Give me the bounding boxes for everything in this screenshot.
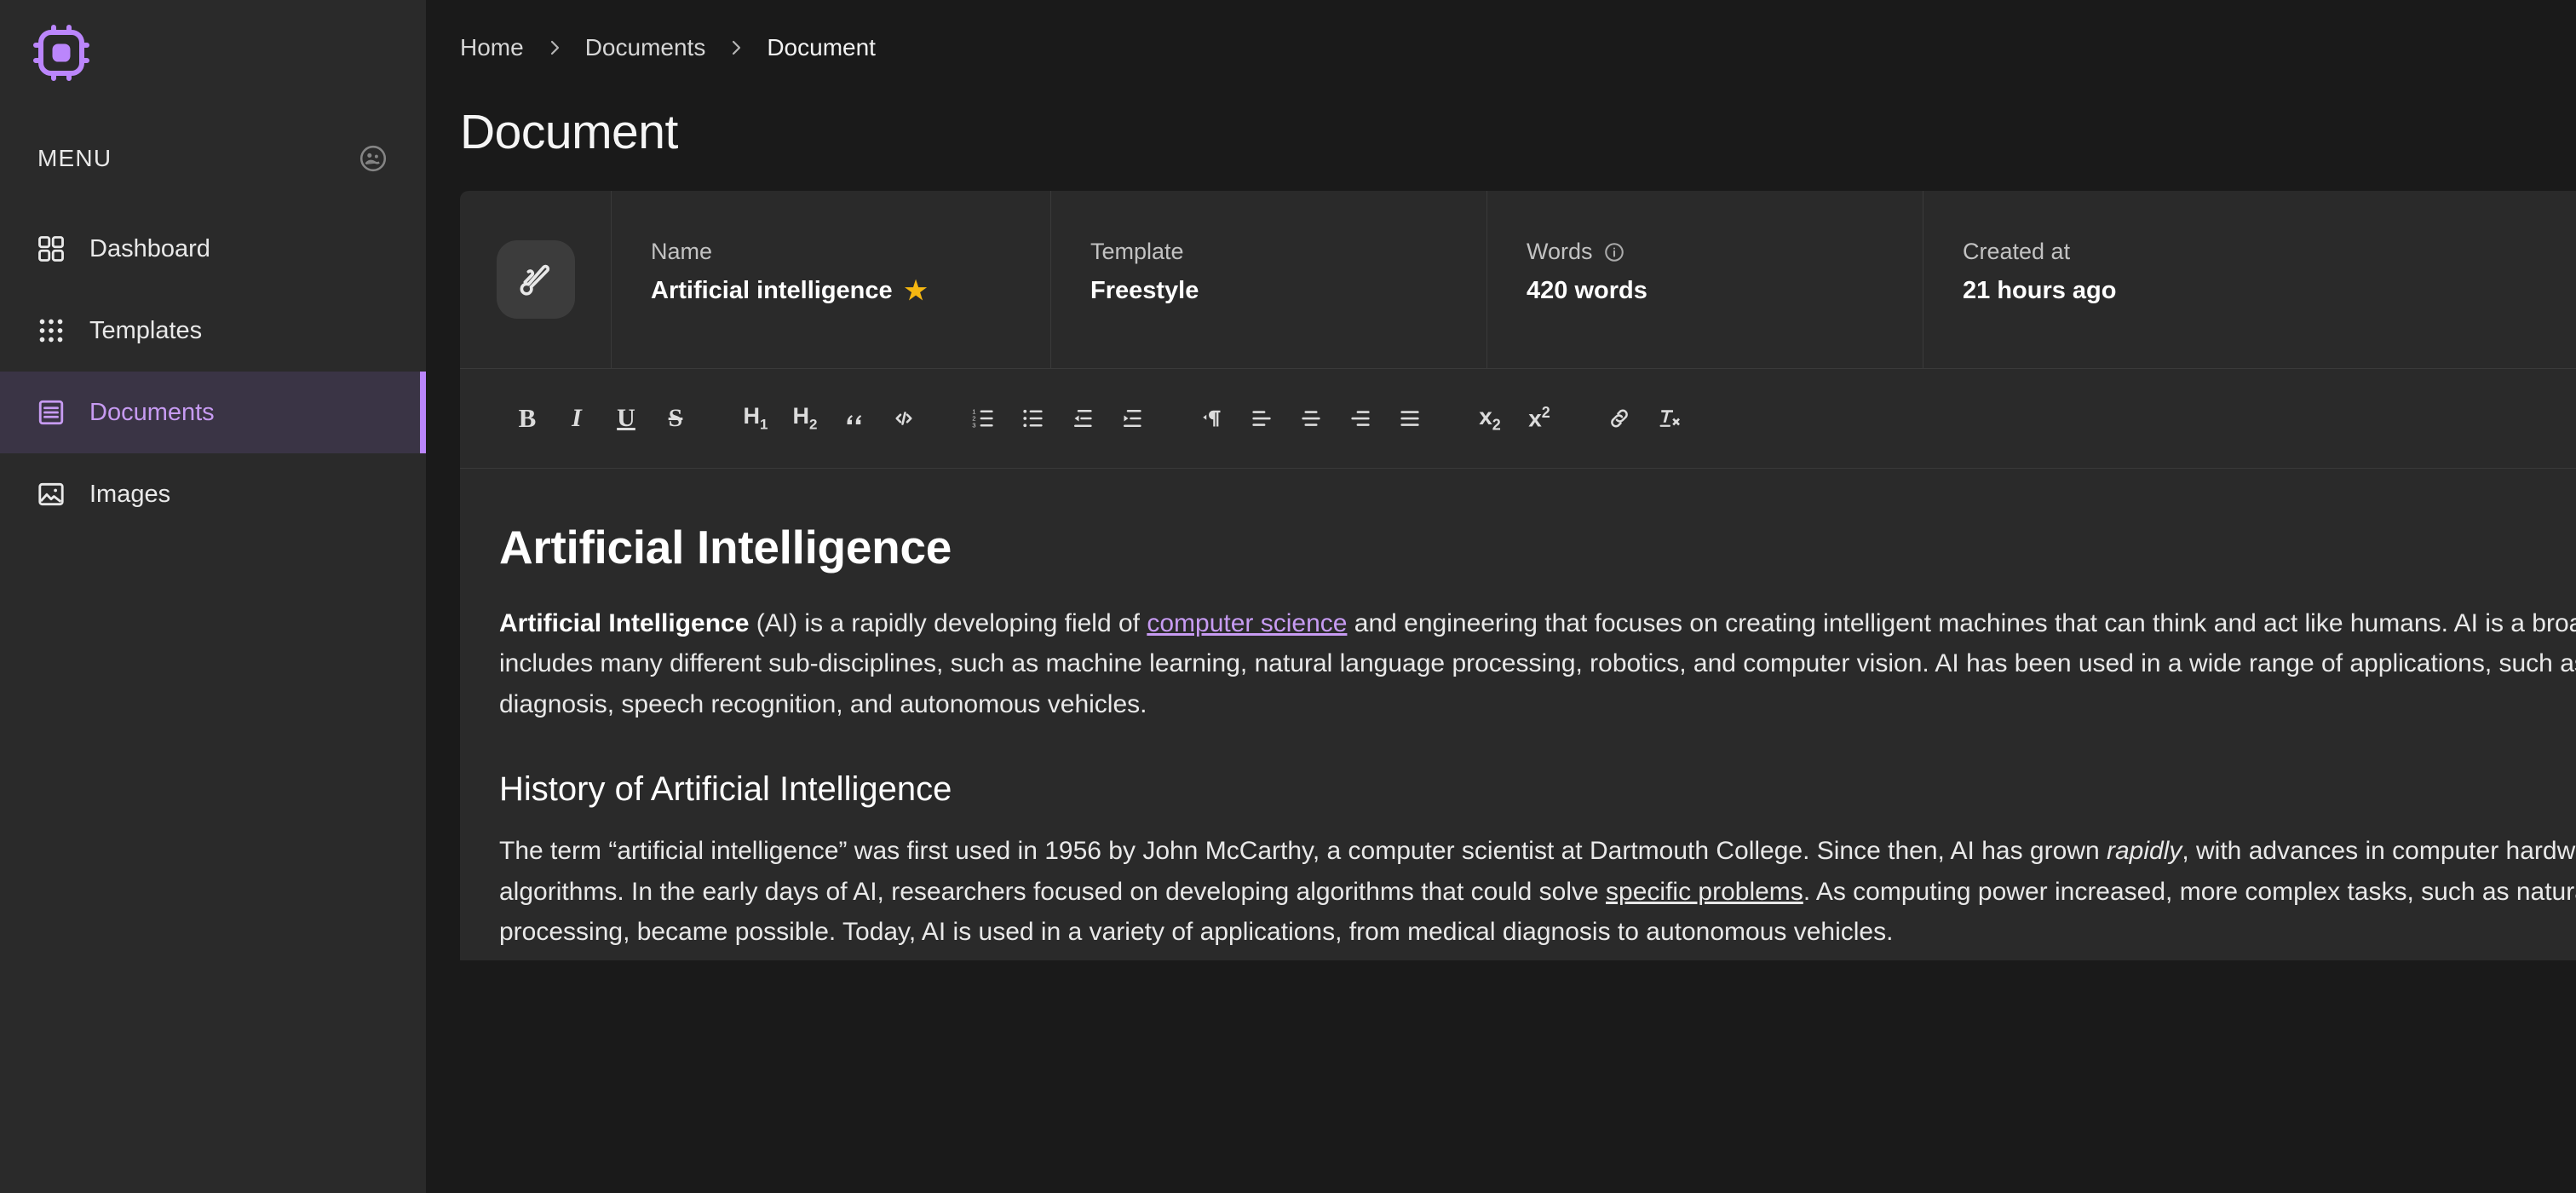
align-center-button[interactable] [1286,394,1336,443]
sidebar-nav: Dashboard Templates Documents [0,208,426,535]
menu-label: MENU [37,145,112,172]
sidebar-item-label: Images [89,481,170,509]
outdent-button[interactable] [1058,394,1107,443]
grid-squares-icon [36,233,66,264]
heading-1-button[interactable]: H1 [731,394,780,443]
image-icon [36,479,66,510]
breadcrumb-item-current: Document [767,34,876,61]
info-icon[interactable] [1603,241,1625,263]
meta-words: Words 420 words [1487,191,1923,368]
document-meta-bar: Name Artificial intelligence ★ Template … [460,191,2576,368]
app-root: MENU Dashboard [0,0,2576,1193]
align-justify-button[interactable] [1385,394,1435,443]
breadcrumb-item-documents[interactable]: Documents [585,34,706,61]
paragraph-2-text-a: The term “artificial intelligence” was f… [499,837,2107,865]
main-content: Home Documents Document Document [426,0,2576,1193]
sidebar-menu-header: MENU [0,131,426,186]
text-direction-button[interactable] [1187,394,1237,443]
sidebar-item-images[interactable]: Images [0,453,426,535]
superscript-button[interactable]: x2 [1515,394,1564,443]
paragraph-2-underline: specific problems [1606,878,1803,906]
indent-button[interactable] [1107,394,1157,443]
subscript-button[interactable]: x2 [1465,394,1515,443]
meta-words-label-row: Words [1527,239,1923,265]
document-name: Artificial intelligence [651,277,893,305]
italic-button[interactable]: I [552,394,601,443]
chevron-right-icon [726,37,746,58]
page-title: Document [460,104,678,160]
blockquote-button[interactable] [830,394,879,443]
bold-button[interactable]: B [503,394,552,443]
cpu-chip-icon [31,22,92,84]
document-type-badge [460,191,612,368]
active-indicator-bar [420,372,426,453]
pen-edit-icon [497,240,575,319]
underline-button[interactable]: U [601,394,651,443]
code-block-button[interactable] [879,394,929,443]
meta-words-label: Words [1527,239,1593,265]
app-logo[interactable] [0,0,426,119]
document-paragraph-1: Artificial Intelligence (AI) is a rapidl… [499,603,2576,724]
meta-name-label: Name [651,239,1050,265]
sidebar: MENU Dashboard [0,0,426,1193]
align-left-button[interactable] [1237,394,1286,443]
document-paragraph-2: The term “artificial intelligence” was f… [499,831,2576,952]
paragraph-1-text-a: (AI) is a rapidly developing field of [749,609,1147,637]
document-content[interactable]: Artificial Intelligence Artificial Intel… [460,469,2576,952]
document-heading-2: History of Artificial Intelligence [499,770,2576,809]
bullet-list-button[interactable] [1009,394,1058,443]
sidebar-item-label: Dashboard [89,235,210,263]
document-editor-card: Name Artificial intelligence ★ Template … [460,191,2576,960]
meta-created: Created at 21 hours ago [1923,191,2576,368]
strikethrough-button[interactable]: S [651,394,700,443]
palette-icon[interactable] [358,143,388,174]
align-right-button[interactable] [1336,394,1385,443]
star-icon[interactable]: ★ [905,279,928,304]
chevron-right-icon [544,37,565,58]
meta-created-label: Created at [1963,239,2576,265]
breadcrumb-item-home[interactable]: Home [460,34,524,61]
created-value: 21 hours ago [1963,277,2117,305]
meta-template: Template Freestyle [1051,191,1487,368]
sidebar-item-templates[interactable]: Templates [0,290,426,372]
heading-2-button[interactable]: H2 [780,394,830,443]
paragraph-1-bold-lead: Artificial Intelligence [499,609,749,637]
sidebar-item-label: Templates [89,317,202,345]
svg-text:3: 3 [972,422,975,429]
ordered-list-button[interactable]: 1 2 3 [959,394,1009,443]
clear-format-button[interactable] [1644,394,1693,443]
document-lines-icon [36,397,66,428]
paragraph-2-italic: rapidly [2107,837,2182,865]
sidebar-item-documents[interactable]: Documents [0,372,426,453]
computer-science-link[interactable]: computer science [1147,609,1347,637]
meta-template-label: Template [1090,239,1486,265]
sidebar-item-label: Documents [89,399,215,427]
link-button[interactable] [1595,394,1644,443]
words-value: 420 words [1527,277,1647,305]
meta-name: Name Artificial intelligence ★ [612,191,1051,368]
document-heading-1: Artificial Intelligence [499,520,2576,574]
dots-grid-icon [36,315,66,346]
breadcrumb: Home Documents Document [426,0,2576,95]
template-value: Freestyle [1090,277,1199,305]
meta-name-value-row: Artificial intelligence ★ [651,277,1050,305]
editor-toolbar: B I U S H1 H2 [460,368,2576,469]
page-header: Document [426,95,2576,169]
sidebar-item-dashboard[interactable]: Dashboard [0,208,426,290]
